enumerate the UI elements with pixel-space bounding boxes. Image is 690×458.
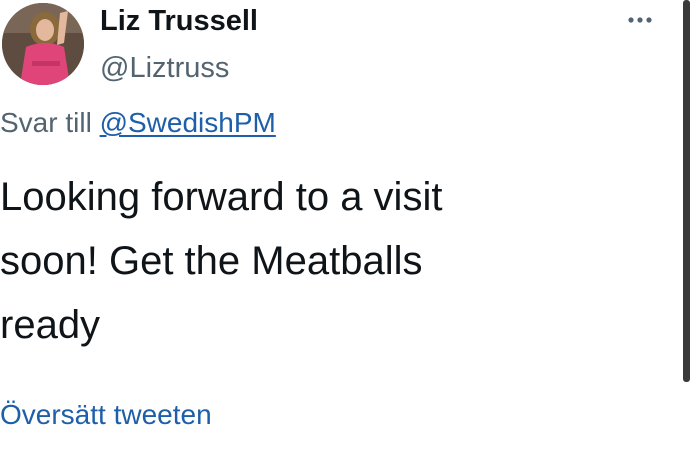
- tweet-text-line: soon! Get the Meatballs: [0, 239, 423, 283]
- reply-prefix: Svar till: [0, 107, 92, 138]
- more-options-button[interactable]: [622, 6, 658, 34]
- tweet-card: Liz Trussell @Liztruss Svar till @Swedis…: [0, 0, 690, 458]
- more-options-icon: [628, 17, 652, 23]
- translate-tweet-link[interactable]: Översätt tweeten: [0, 398, 212, 432]
- reply-context: Svar till @SwedishPM: [0, 106, 276, 140]
- author-handle[interactable]: @Liztruss: [100, 51, 229, 85]
- tweet-text: Looking forward to a visit soon! Get the…: [0, 165, 600, 357]
- avatar[interactable]: [2, 3, 84, 85]
- author-display-name[interactable]: Liz Trussell: [100, 4, 258, 38]
- scrollbar[interactable]: [683, 0, 690, 382]
- avatar-image: [2, 3, 84, 85]
- tweet-text-line: Looking forward to a visit: [0, 175, 443, 219]
- tweet-text-line: ready: [0, 303, 101, 347]
- reply-mention-link[interactable]: @SwedishPM: [100, 107, 276, 138]
